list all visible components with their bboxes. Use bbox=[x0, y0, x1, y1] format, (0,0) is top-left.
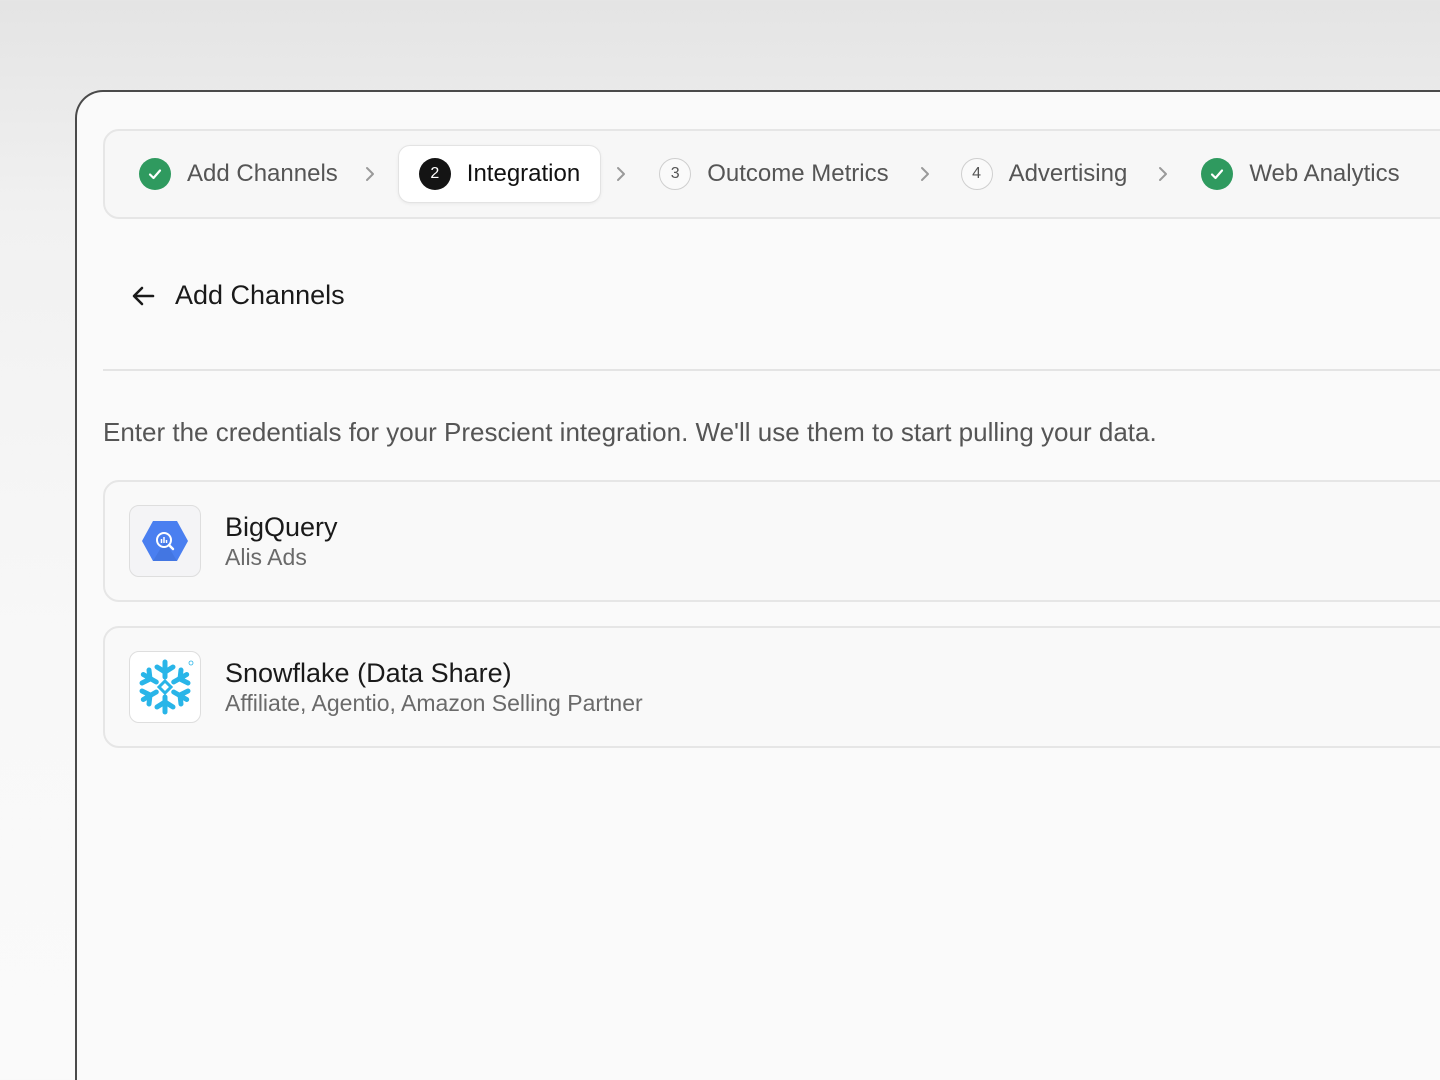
arrow-left-icon bbox=[129, 281, 159, 311]
chevron-right-icon bbox=[1151, 162, 1175, 186]
step-outcome-metrics[interactable]: 3 Outcome Metrics bbox=[659, 145, 908, 203]
progress-stepper: Add Channels 2 Integration 3 Outcome Met… bbox=[103, 129, 1440, 219]
step-label: Add Channels bbox=[187, 160, 338, 187]
divider bbox=[103, 369, 1440, 371]
integration-title: Snowflake (Data Share) bbox=[225, 658, 512, 688]
integration-card-bigquery[interactable]: BigQuery Alis Ads bbox=[103, 480, 1440, 602]
snowflake-icon bbox=[129, 651, 201, 723]
step-number-badge: 2 bbox=[418, 158, 451, 190]
chevron-right-icon bbox=[358, 162, 382, 186]
step-label: Outcome Metrics bbox=[707, 160, 889, 187]
back-label: Add Channels bbox=[175, 280, 345, 310]
check-circle-icon bbox=[139, 158, 171, 190]
check-circle-icon bbox=[1201, 158, 1234, 190]
back-button[interactable]: Add Channels bbox=[129, 280, 345, 311]
integration-card-snowflake[interactable]: Snowflake (Data Share) Affiliate, Agenti… bbox=[103, 626, 1440, 748]
step-add-channels[interactable]: Add Channels bbox=[139, 145, 358, 203]
step-number-badge: 3 bbox=[659, 158, 692, 190]
chevron-right-icon bbox=[913, 162, 937, 186]
step-label: Advertising bbox=[1008, 160, 1128, 187]
integration-title: BigQuery bbox=[225, 512, 338, 542]
chevron-right-icon bbox=[609, 162, 633, 186]
step-advertising[interactable]: 4 Advertising bbox=[960, 145, 1148, 203]
app-window: Add Channels 2 Integration 3 Outcome Met… bbox=[75, 90, 1440, 1080]
bigquery-icon bbox=[129, 505, 201, 577]
integration-subtitle: Alis Ads bbox=[225, 544, 307, 570]
step-label: Integration bbox=[466, 160, 581, 187]
integration-subtitle: Affiliate, Agentio, Amazon Selling Partn… bbox=[225, 690, 643, 716]
step-integration[interactable]: 2 Integration bbox=[397, 145, 602, 203]
step-web-analytics[interactable]: Web Analytics bbox=[1201, 145, 1419, 203]
step-label: Web Analytics bbox=[1249, 160, 1400, 187]
step-number-badge: 4 bbox=[960, 158, 993, 190]
instructions-text: Enter the credentials for your Prescient… bbox=[103, 417, 1157, 447]
